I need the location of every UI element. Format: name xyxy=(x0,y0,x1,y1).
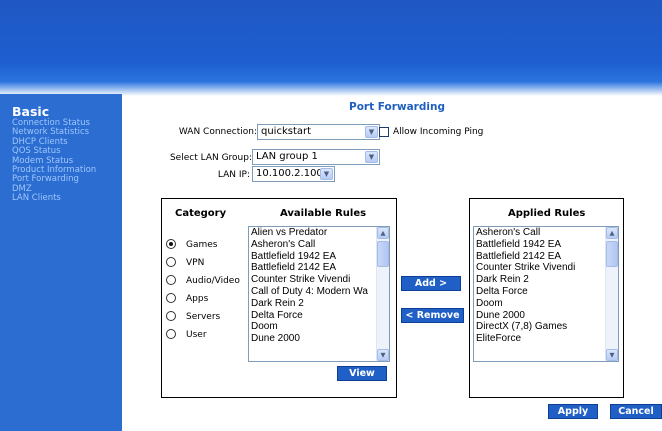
list-item[interactable]: Dark Rein 2 xyxy=(249,298,389,310)
chevron-down-icon: ▼ xyxy=(365,126,378,138)
chevron-down-icon[interactable]: ▼ xyxy=(606,349,618,361)
remove-button[interactable]: < Remove xyxy=(401,308,464,323)
chevron-down-icon: ▼ xyxy=(365,151,378,163)
list-item[interactable]: Counter Strike Vivendi xyxy=(474,262,618,274)
list-item[interactable]: DirectX (7,8) Games xyxy=(474,321,618,333)
list-item[interactable]: Doom xyxy=(249,321,389,333)
list-item[interactable]: Doom xyxy=(474,298,618,310)
radio-icon xyxy=(166,292,176,303)
category-option-games[interactable]: Games xyxy=(166,238,217,252)
chevron-up-icon[interactable]: ▲ xyxy=(606,227,618,239)
header-banner xyxy=(0,0,662,96)
applied-rules-list[interactable]: Asheron's Call Battlefield 1942 EA Battl… xyxy=(473,226,619,362)
lan-ip-value: 10.100.2.100 xyxy=(256,168,323,179)
category-option-vpn[interactable]: VPN xyxy=(166,256,204,270)
wan-connection-label: WAN Connection: xyxy=(178,127,257,137)
chevron-down-icon[interactable]: ▼ xyxy=(377,349,389,361)
available-rules-list[interactable]: Alien vs Predator Asheron's Call Battlef… xyxy=(248,226,390,362)
lan-group-select[interactable]: LAN group 1 ▼ xyxy=(252,149,380,165)
sidebar-item-lan-clients[interactable]: LAN Clients xyxy=(12,193,122,203)
radio-icon xyxy=(166,328,176,339)
list-item[interactable]: Asheron's Call xyxy=(474,227,618,239)
list-item[interactable]: Delta Force xyxy=(474,286,618,298)
chevron-down-icon: ▼ xyxy=(320,168,333,180)
list-item[interactable]: EliteForce xyxy=(474,333,618,345)
category-option-user[interactable]: User xyxy=(166,328,207,342)
sidebar-title: Basic xyxy=(12,104,50,119)
scroll-thumb[interactable] xyxy=(606,241,618,267)
apply-button[interactable]: Apply xyxy=(548,404,598,419)
category-header: Category xyxy=(175,208,227,219)
lan-group-value: LAN group 1 xyxy=(256,151,318,162)
list-item[interactable]: Counter Strike Vivendi xyxy=(249,274,389,286)
list-item[interactable]: Battlefield 1942 EA xyxy=(249,251,389,263)
allow-ping-label: Allow Incoming Ping xyxy=(393,127,484,137)
applied-rules-header: Applied Rules xyxy=(508,208,586,219)
list-item[interactable]: Asheron's Call xyxy=(249,239,389,251)
list-item[interactable]: Delta Force xyxy=(249,310,389,322)
category-option-audio-video[interactable]: Audio/Video xyxy=(166,274,240,288)
add-button[interactable]: Add > xyxy=(401,276,461,291)
view-button[interactable]: View xyxy=(337,366,387,381)
category-option-apps[interactable]: Apps xyxy=(166,292,208,306)
radio-icon xyxy=(166,310,176,321)
lan-group-label: Select LAN Group: xyxy=(169,153,252,163)
available-rules-header: Available Rules xyxy=(280,208,367,219)
list-item[interactable]: Dune 2000 xyxy=(249,333,389,345)
list-item[interactable]: Call of Duty 4: Modern Wa xyxy=(249,286,389,298)
applied-rules-scrollbar[interactable]: ▲ ▼ xyxy=(605,227,618,361)
cancel-button[interactable]: Cancel xyxy=(610,404,662,419)
scroll-thumb[interactable] xyxy=(377,241,389,267)
list-item[interactable]: Battlefield 2142 EA xyxy=(249,262,389,274)
applied-rules-panel: Applied Rules Asheron's Call Battlefield… xyxy=(469,198,624,398)
radio-icon xyxy=(166,274,176,285)
available-rules-scrollbar[interactable]: ▲ ▼ xyxy=(376,227,389,361)
radio-icon xyxy=(166,256,176,267)
rules-panel: Category Available Rules Games VPN Audio… xyxy=(161,198,397,398)
lan-ip-label: LAN IP: xyxy=(217,170,250,180)
list-item[interactable]: Alien vs Predator xyxy=(249,227,389,239)
list-item[interactable]: Dune 2000 xyxy=(474,310,618,322)
list-item[interactable]: Battlefield 2142 EA xyxy=(474,251,618,263)
lan-ip-select[interactable]: 10.100.2.100 ▼ xyxy=(252,166,335,182)
list-item[interactable]: Battlefield 1942 EA xyxy=(474,239,618,251)
main-content: Port Forwarding WAN Connection: quicksta… xyxy=(122,94,662,431)
wan-connection-select[interactable]: quickstart ▼ xyxy=(257,124,380,140)
page-title: Port Forwarding xyxy=(349,101,445,113)
chevron-up-icon[interactable]: ▲ xyxy=(377,227,389,239)
allow-ping-checkbox[interactable] xyxy=(379,127,389,137)
sidebar: Basic Connection Status Network Statisti… xyxy=(0,94,122,431)
category-option-servers[interactable]: Servers xyxy=(166,310,220,324)
list-item[interactable]: Dark Rein 2 xyxy=(474,274,618,286)
wan-connection-value: quickstart xyxy=(261,126,312,137)
radio-selected-icon xyxy=(166,238,176,249)
